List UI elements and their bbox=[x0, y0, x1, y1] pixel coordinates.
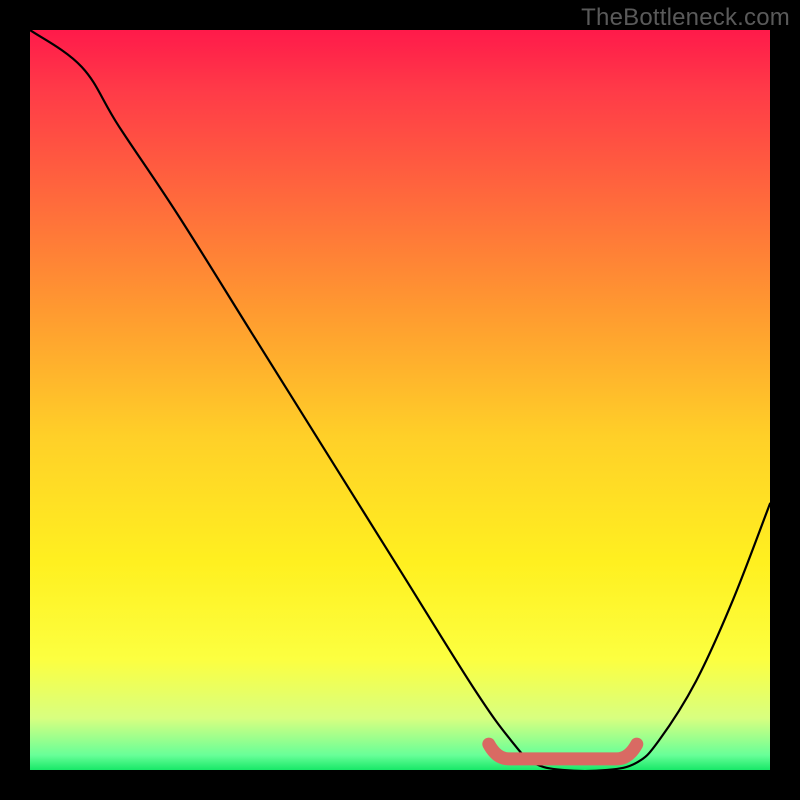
chart-frame: TheBottleneck.com bbox=[0, 0, 800, 800]
bottleneck-curve bbox=[30, 30, 770, 770]
highlight-band bbox=[489, 744, 637, 759]
watermark-text: TheBottleneck.com bbox=[581, 4, 790, 32]
plot-area bbox=[30, 30, 770, 770]
curve-svg bbox=[30, 30, 770, 770]
